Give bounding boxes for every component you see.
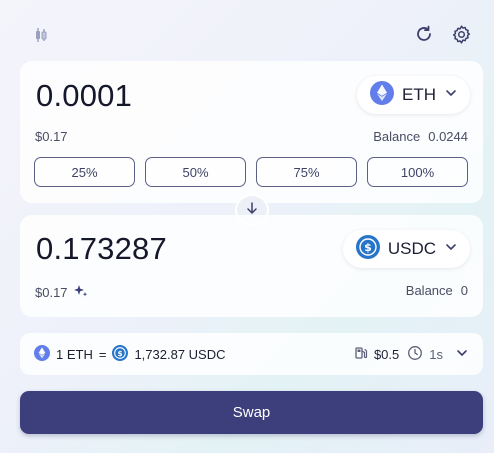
- to-token-panel: 0.173287 $ USDC $0.17 Balance 0: [20, 215, 483, 317]
- clock-icon: [407, 345, 423, 364]
- from-token-panel: 0.0001 ETH $0.17 Balance 0.0244 25% 50% 7…: [20, 61, 483, 203]
- top-bar: [0, 0, 494, 60]
- rate-details: $0.5 1s: [354, 345, 469, 364]
- to-token-symbol: USDC: [387, 239, 436, 258]
- from-balance-label: Balance: [373, 129, 421, 144]
- svg-text:$: $: [118, 348, 123, 357]
- percent-75-button[interactable]: 75%: [256, 157, 357, 187]
- rate-equals: =: [98, 346, 107, 362]
- eth-icon: [370, 80, 394, 110]
- percent-100-button[interactable]: 100%: [367, 157, 468, 187]
- percent-25-button[interactable]: 25%: [34, 157, 135, 187]
- to-usd-value-row: $0.17: [35, 283, 89, 302]
- exchange-rate-bar[interactable]: 1 ETH = $ 1,732.87 USDC $0.5 1s: [20, 333, 483, 375]
- from-usd-value: $0.17: [35, 129, 68, 144]
- refresh-icon[interactable]: [413, 23, 435, 45]
- to-amount-output: 0.173287: [36, 231, 167, 266]
- from-amount-input[interactable]: 0.0001: [36, 78, 132, 114]
- settings-gear-icon[interactable]: [450, 23, 472, 45]
- exchange-rate: 1 ETH = $ 1,732.87 USDC: [34, 344, 226, 364]
- from-balance-value: 0.0244: [428, 129, 468, 144]
- chart-icon[interactable]: [31, 25, 51, 45]
- usdc-icon: $: [355, 234, 380, 264]
- chevron-down-icon[interactable]: [455, 346, 469, 363]
- to-usd-value: $0.17: [35, 285, 68, 300]
- from-token-symbol: ETH: [402, 85, 436, 104]
- to-balance-label: Balance: [405, 283, 453, 298]
- from-token-selector[interactable]: ETH: [357, 76, 470, 114]
- sparkle-icon: [73, 283, 89, 302]
- gas-fee: $0.5: [373, 346, 400, 362]
- to-balance-value: 0: [460, 283, 468, 298]
- from-balance: Balance 0.0244: [373, 129, 468, 144]
- eth-icon: [34, 344, 50, 364]
- chevron-down-icon: [444, 86, 458, 105]
- usdc-icon: $: [112, 344, 129, 364]
- to-token-selector[interactable]: $ USDC: [342, 230, 470, 268]
- chevron-down-icon: [444, 240, 458, 259]
- estimated-time: 1s: [429, 346, 443, 362]
- rate-from-amount: 1 ETH: [56, 346, 93, 362]
- svg-text:$: $: [364, 241, 372, 254]
- swap-button[interactable]: Swap: [20, 391, 483, 434]
- rate-to-amount: 1,732.87 USDC: [134, 346, 226, 362]
- percent-50-button[interactable]: 50%: [145, 157, 246, 187]
- gas-pump-icon: [354, 346, 368, 363]
- to-balance: Balance 0: [406, 283, 468, 298]
- percent-buttons: 25% 50% 75% 100%: [34, 157, 468, 187]
